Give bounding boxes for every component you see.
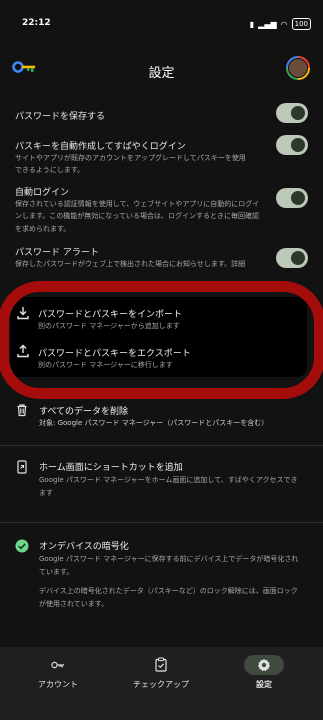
status-time: 22:12 <box>22 18 51 28</box>
passkey-auto-description: サイトやアプリが既存のアカウントをアップグレードしてパスキーを使用 できるように… <box>15 154 246 175</box>
gear-icon <box>257 658 271 672</box>
battery-indicator: 100 <box>291 18 311 30</box>
tab-checkup[interactable]: チェックアップ <box>126 655 196 695</box>
download-icon <box>17 307 29 320</box>
upload-icon <box>17 344 29 358</box>
delete-all-title: すべてのデータを削除 <box>39 407 129 417</box>
passkey-auto-toggle[interactable] <box>276 135 308 155</box>
status-icons: ▮ ▂▄▆ ◠ 100 <box>250 18 311 30</box>
import-subtitle: 別のパスワード マネージャーから追加します <box>38 322 180 330</box>
save-passwords-label: パスワードを保存する <box>15 112 106 122</box>
encryption-lock-description: デバイス上の暗号化されたデータ（パスキーなど）のロック解除には、画面ロック が使… <box>39 587 298 608</box>
export-title: パスワードとパスキーをエクスポート <box>38 349 191 359</box>
tab-settings-label: 設定 <box>256 680 272 689</box>
encryption-item[interactable]: オンデバイスの暗号化 Google パスワード マネージャーに保存する前にデバイ… <box>15 538 313 613</box>
password-alert-label: パスワード アラート <box>15 248 99 258</box>
import-item[interactable]: パスワードとパスキーをインポート 別のパスワード マネージャーから追加します <box>16 305 296 335</box>
password-alert-description: 保存したパスワードがウェブ上で検出された場合にお知らせします。詳細 <box>15 260 246 268</box>
export-item[interactable]: パスワードとパスキーをエクスポート 別のパスワード マネージャーに移行します <box>16 343 296 373</box>
check-circle-icon <box>15 539 29 553</box>
page-title: 設定 <box>148 66 175 81</box>
delete-all-subtitle: 対象: Google パスワード マネージャー（パスワードとパスキーを含む） <box>39 419 269 427</box>
auto-signin-toggle[interactable] <box>276 188 308 208</box>
tab-account[interactable]: アカウント <box>25 655 91 695</box>
encryption-description: Google パスワード マネージャーに保存する前にデバイス上でデータが暗号化さ… <box>39 555 299 576</box>
tab-account-label: アカウント <box>38 680 78 689</box>
auto-signin-label: 自動ログイン <box>15 188 70 198</box>
highlight-outline <box>0 281 323 399</box>
signal-icon: ▂▄▆ <box>258 19 277 29</box>
delete-all-item[interactable]: すべてのデータを削除 対象: Google パスワード マネージャー（パスワード… <box>15 403 310 431</box>
phone-shortcut-icon <box>17 460 27 474</box>
vibrate-icon: ▮ <box>249 19 255 29</box>
clipboard-check-icon <box>155 657 167 672</box>
encryption-title: オンデバイスの暗号化 <box>39 542 129 552</box>
divider <box>0 445 323 446</box>
add-shortcut-description: Google パスワード マネージャーをホーム画面に追加して、すばやくアクセスで… <box>39 476 298 497</box>
auto-signin-description: 保存されている認証情報を使用して、ウェブサイトやアプリに自動的にログイ ンします… <box>15 200 260 233</box>
account-avatar[interactable] <box>286 56 310 80</box>
passkey-auto-label: パスキーを自動作成してすばやくログイン <box>15 142 186 152</box>
trash-icon <box>17 404 27 417</box>
password-alert-toggle[interactable] <box>276 248 308 268</box>
save-passwords-toggle[interactable] <box>276 103 308 123</box>
add-shortcut-title: ホーム画面にショートカットを追加 <box>39 463 183 473</box>
import-title: パスワードとパスキーをインポート <box>38 310 183 320</box>
key-icon <box>51 661 64 669</box>
wifi-icon: ◠ <box>280 19 288 29</box>
divider <box>0 522 323 523</box>
tab-settings[interactable]: 設定 <box>234 655 294 695</box>
add-shortcut-item[interactable]: ホーム画面にショートカットを追加 Google パスワード マネージャーをホーム… <box>15 459 313 499</box>
tab-checkup-label: チェックアップ <box>133 680 189 689</box>
export-subtitle: 別のパスワード マネージャーに移行します <box>38 361 173 369</box>
